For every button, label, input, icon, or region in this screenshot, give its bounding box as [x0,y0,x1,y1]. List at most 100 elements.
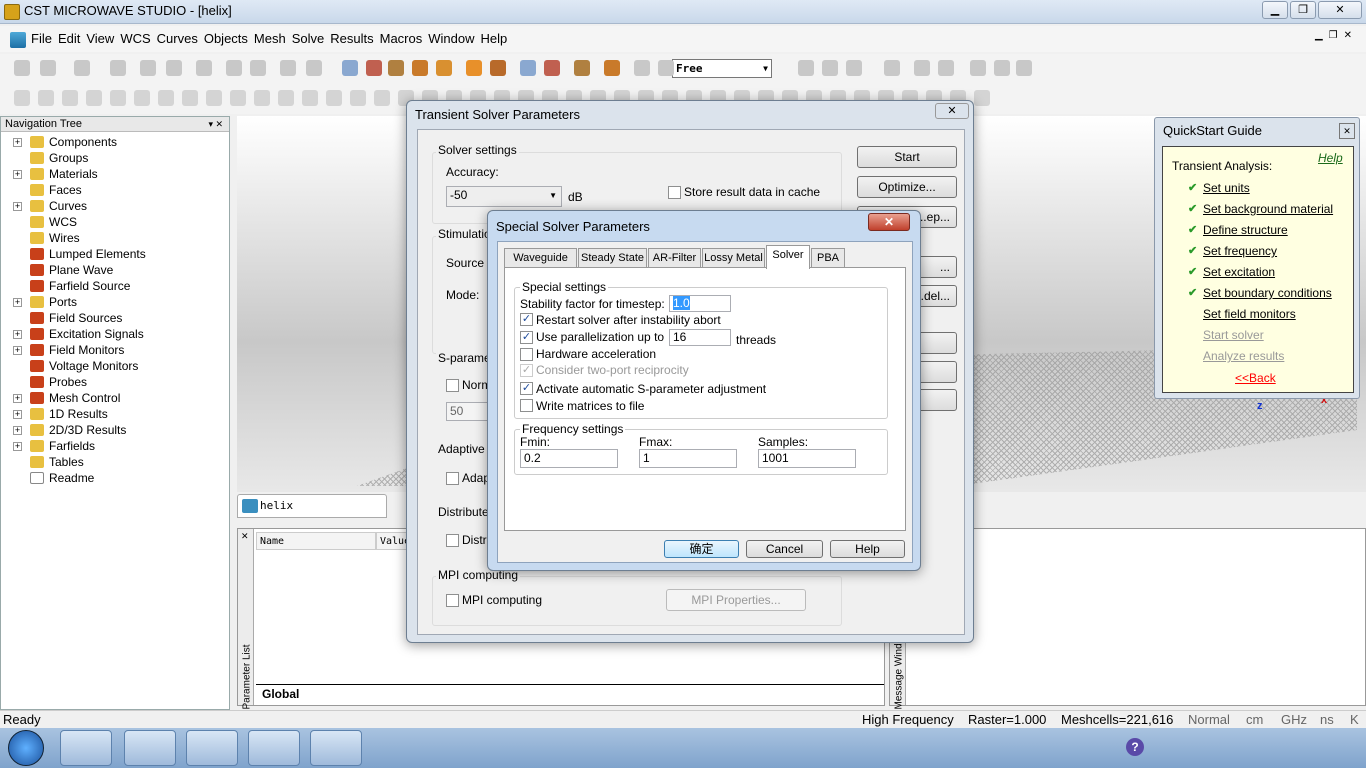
close-button[interactable]: ✕ [935,103,969,119]
taskbar-monitor-icon[interactable] [186,730,238,766]
toolbar-button-icon[interactable] [374,90,390,106]
expand-icon[interactable]: + [13,138,22,147]
tree-item[interactable]: + Excitation Signals [1,326,229,342]
status-unit-temperature[interactable]: K [1350,712,1359,727]
menu-mesh[interactable]: Mesh [251,26,289,51]
close-icon[interactable]: ✕ [241,531,249,542]
toolbar-button-icon[interactable] [822,60,838,76]
ok-button[interactable]: 确定 [664,540,739,558]
menu-view[interactable]: View [83,26,117,51]
toolbar-button-icon[interactable] [302,90,318,106]
toolbar-button-icon[interactable] [14,60,30,76]
taskbar-explorer-icon[interactable] [124,730,176,766]
tree-item[interactable]: Field Sources [1,310,229,326]
tab-global[interactable]: Global [262,687,299,701]
quickstart-step-link[interactable]: Set units [1203,181,1250,195]
parallelization-checkbox[interactable]: ✓ [520,331,533,344]
toolbar-button-icon[interactable] [846,60,862,76]
toolbar-button-icon[interactable] [40,60,56,76]
mpi-checkbox[interactable] [446,594,459,607]
start-button[interactable]: Start [857,146,957,168]
accuracy-select[interactable]: -50 ▼ [446,186,562,207]
stability-factor-input[interactable]: 1.0 [669,295,731,312]
restart-solver-checkbox[interactable]: ✓ [520,313,533,326]
start-button[interactable] [8,730,44,766]
toolbar-button-icon[interactable] [254,90,270,106]
toolbar-button-icon[interactable] [658,60,674,76]
taskbar-paint-icon[interactable] [310,730,362,766]
expand-icon[interactable]: + [13,346,22,355]
expand-icon[interactable]: + [13,426,22,435]
toolbar-button-icon[interactable] [388,60,404,76]
quickstart-step-link[interactable]: Set background material [1203,202,1333,216]
expand-icon[interactable]: + [13,202,22,211]
menu-objects[interactable]: Objects [201,26,251,51]
mpi-properties-button[interactable]: MPI Properties... [666,589,806,611]
menu-file[interactable]: File [28,26,55,51]
toolbar-button-icon[interactable] [326,90,342,106]
help-button[interactable]: Help [830,540,905,558]
taskbar-ie-icon[interactable] [60,730,112,766]
tree-item[interactable]: + Farfields [1,438,229,454]
status-unit-frequency[interactable]: GHz [1281,712,1307,727]
tab-pba[interactable]: PBA [811,248,845,268]
write-matrices-checkbox[interactable] [520,399,533,412]
tree-item[interactable]: +1D Results [1,406,229,422]
menu-curves[interactable]: Curves [154,26,201,51]
toolbar-button-icon[interactable] [938,60,954,76]
tab-lossy-metal[interactable]: Lossy Metal [702,248,765,268]
toolbar-button-icon[interactable] [110,90,126,106]
help-link[interactable]: Help [1318,151,1343,165]
tree-item[interactable]: Probes [1,374,229,390]
store-cache-checkbox[interactable] [668,186,681,199]
toolbar-button-icon[interactable] [914,60,930,76]
taskbar-cst-icon[interactable] [248,730,300,766]
toolbar-button-icon[interactable] [490,60,506,76]
toolbar-button-icon[interactable] [350,90,366,106]
quickstart-step-link[interactable]: Define structure [1203,223,1288,237]
toolbar-button-icon[interactable] [306,60,322,76]
toolbar-button-icon[interactable] [884,60,900,76]
tree-item[interactable]: WCS [1,214,229,230]
status-unit-time[interactable]: ns [1320,712,1334,727]
back-link[interactable]: <<Back [1235,371,1276,385]
expand-icon[interactable]: + [13,330,22,339]
tree-item[interactable]: Plane Wave [1,262,229,278]
toolbar-button-icon[interactable] [544,60,560,76]
menu-results[interactable]: Results [327,26,376,51]
expand-icon[interactable]: + [13,410,22,419]
cancel-button[interactable]: Cancel [746,540,823,558]
menu-edit[interactable]: Edit [55,26,83,51]
close-button[interactable]: ✕ [1339,123,1355,139]
toolbar-button-icon[interactable] [278,90,294,106]
toolbar-button-icon[interactable] [604,60,620,76]
tab-solver[interactable]: Solver [766,245,810,269]
tree-item[interactable]: +2D/3D Results [1,422,229,438]
toolbar-button-icon[interactable] [974,90,990,106]
tab-ar-filter[interactable]: AR-Filter [648,248,701,268]
toolbar-button-icon[interactable] [182,90,198,106]
toolbar-button-icon[interactable] [74,60,90,76]
help-tray-icon[interactable]: ? [1126,738,1144,756]
tree-item[interactable]: + Mesh Control [1,390,229,406]
quickstart-step-link[interactable]: Set field monitors [1203,307,1296,321]
toolbar-button-icon[interactable] [86,90,102,106]
hardware-acceleration-checkbox[interactable] [520,348,533,361]
fmin-input[interactable]: 0.2 [520,449,618,468]
menu-help[interactable]: Help [477,26,510,51]
toolbar-button-icon[interactable] [206,90,222,106]
optimize-button[interactable]: Optimize... [857,176,957,198]
auto-sparam-checkbox[interactable]: ✓ [520,382,533,395]
toolbar-button-icon[interactable] [166,60,182,76]
threads-input[interactable]: 16 [669,329,731,346]
toolbar-button-icon[interactable] [280,60,296,76]
toolbar-button-icon[interactable] [466,60,482,76]
toolbar-button-icon[interactable] [250,60,266,76]
column-header-name[interactable]: Name [256,532,376,550]
toolbar-button-icon[interactable] [158,90,174,106]
toolbar-button-icon[interactable] [134,90,150,106]
close-button[interactable]: ✕ [1318,1,1362,19]
expand-icon[interactable]: + [13,442,22,451]
tree-item[interactable]: + Ports [1,294,229,310]
tree-item[interactable]: + Components [1,134,229,150]
